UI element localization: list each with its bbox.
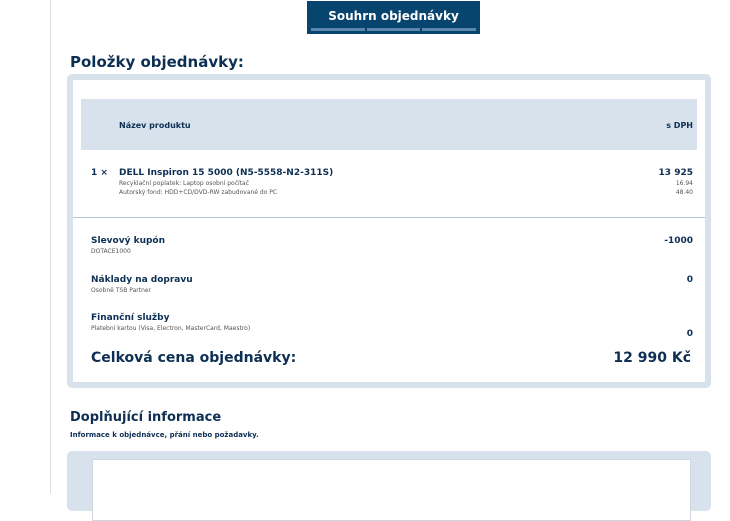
step-segment (311, 28, 365, 31)
coupon-label: Slevový kupón (91, 236, 166, 246)
left-border (50, 0, 51, 494)
order-items-panel: Název produktu s DPH 1 × DELL Inspiron 1… (67, 74, 711, 388)
table-header: Název produktu s DPH (81, 99, 697, 150)
finance-label: Finanční služby (91, 313, 170, 323)
order-summary-step-button[interactable]: Souhrn objednávky (307, 1, 480, 34)
order-items-title: Položky objednávky: (70, 53, 244, 71)
order-total-value: 12 990 Kč (613, 350, 691, 366)
finance-method: Platební kartou (Visa, Electron, MasterC… (91, 325, 251, 332)
author-fund-label: Autorský fond: HDD+CD/DVD-RW zabudované … (119, 189, 278, 196)
step-segment (422, 28, 477, 31)
price-vat-header: s DPH (666, 121, 693, 130)
item-price: 13 925 (658, 168, 693, 178)
item-quantity: 1 × (91, 168, 108, 178)
additional-info-title: Doplňující informace (70, 410, 222, 425)
recycling-fee-label: Recyklační poplatek: Laptop osobní počít… (119, 180, 250, 187)
recycling-fee-value: 16.94 (675, 180, 693, 187)
divider (73, 217, 705, 218)
step-segment (366, 28, 421, 31)
shipping-value: 0 (686, 275, 693, 285)
table-row: 1 × DELL Inspiron 15 5000 (N5-5558-N2-31… (81, 168, 697, 208)
finance-value: 0 (686, 329, 693, 339)
coupon-code: DOTACE1000 (91, 248, 131, 255)
shipping-method: Osobně TSB Partner (91, 287, 152, 294)
order-summary-label: Souhrn objednávky (328, 8, 459, 23)
additional-info-panel (67, 451, 711, 521)
product-name-header: Název produktu (119, 121, 191, 130)
order-note-textarea[interactable] (92, 459, 691, 521)
author-fund-value: 48.40 (675, 189, 693, 196)
order-total-label: Celková cena objednávky: (91, 350, 297, 366)
order-items-box: Název produktu s DPH 1 × DELL Inspiron 1… (73, 80, 705, 382)
additional-info-subtitle: Informace k objednávce, přání nebo požad… (70, 431, 259, 439)
step-progress (311, 28, 477, 31)
product-name: DELL Inspiron 15 5000 (N5-5558-N2-311S) (119, 168, 334, 178)
shipping-label: Náklady na dopravu (91, 275, 193, 285)
coupon-value: -1000 (664, 236, 693, 246)
